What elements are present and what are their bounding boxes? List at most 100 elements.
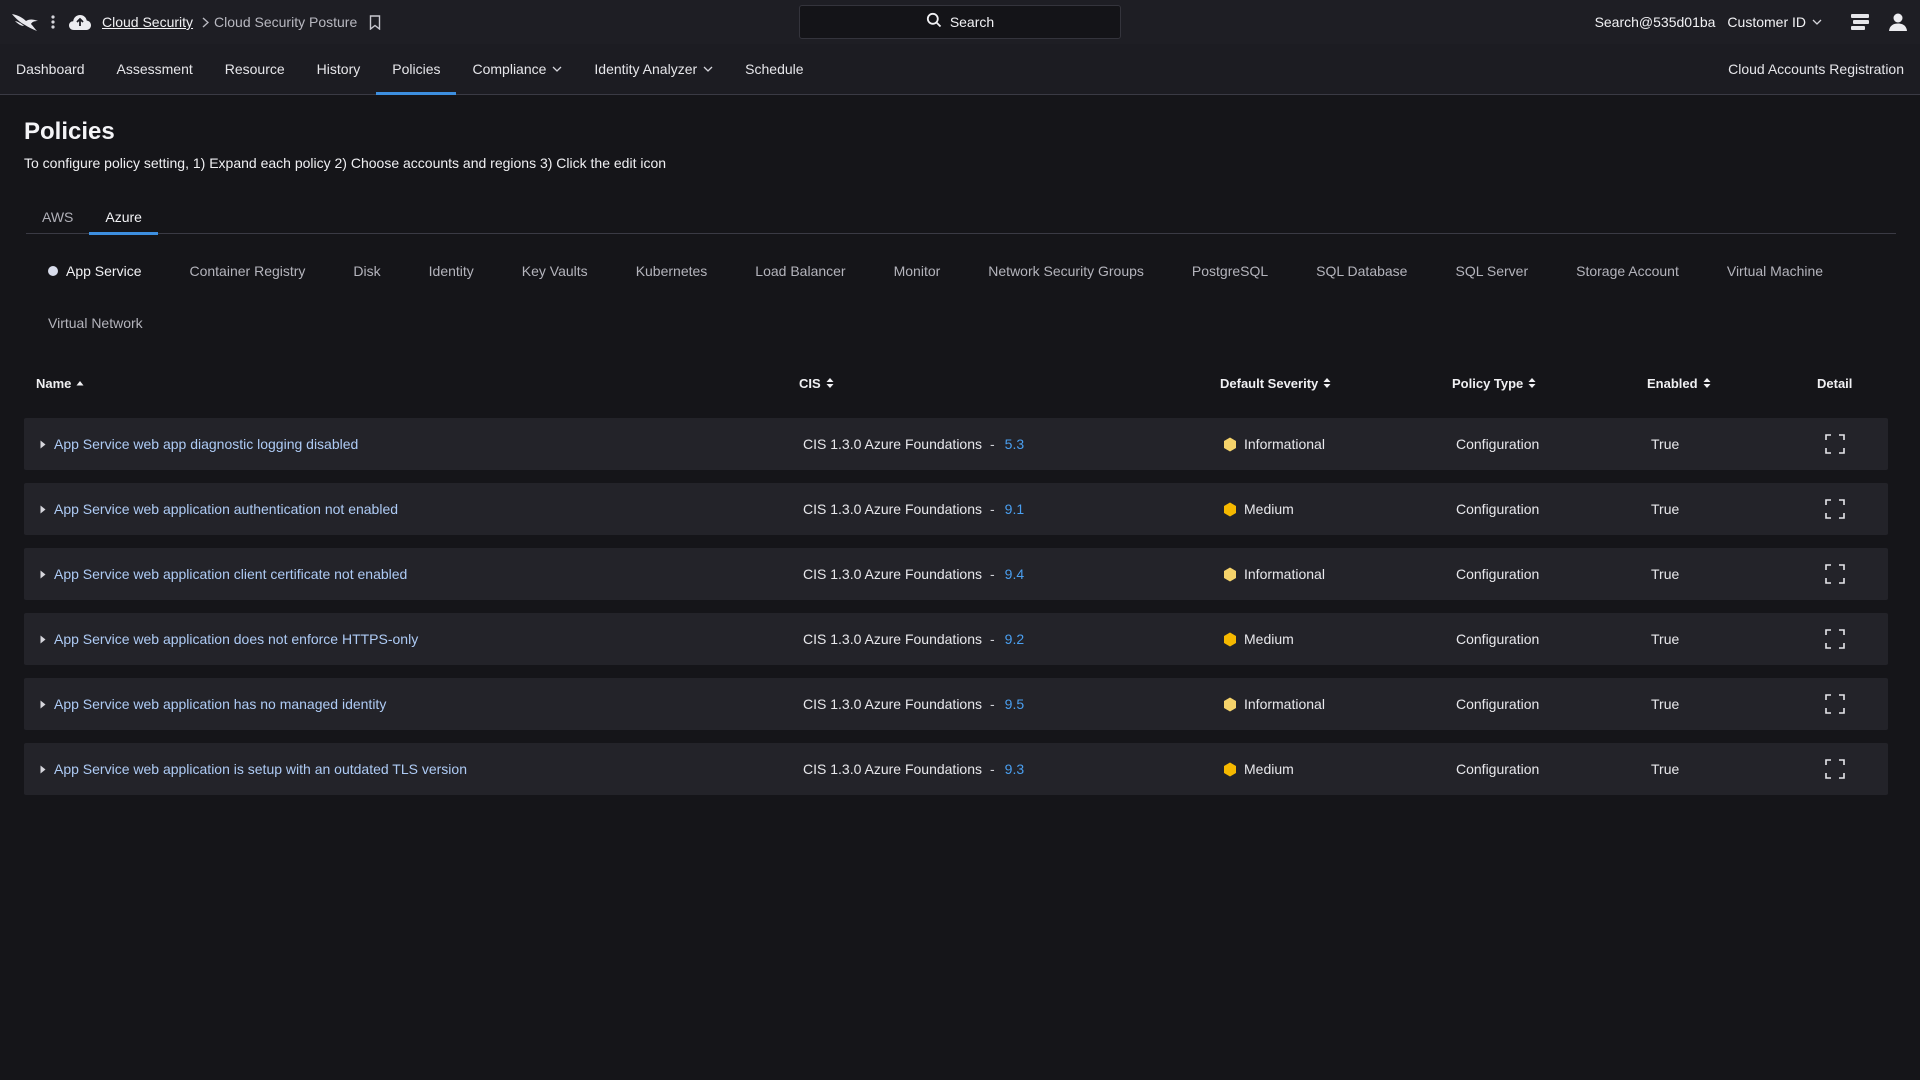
- service-sql-server[interactable]: SQL Server: [1441, 263, 1542, 279]
- column-header-default-severity[interactable]: Default Severity: [1220, 370, 1331, 396]
- cis-benchmark: CIS 1.3.0 Azure Foundations: [803, 436, 982, 452]
- global-search-input[interactable]: Search: [799, 5, 1121, 39]
- service-label: Storage Account: [1576, 263, 1679, 279]
- expand-corners-icon[interactable]: [1822, 678, 1848, 730]
- cis-reference-link[interactable]: 9.5: [1005, 696, 1024, 712]
- column-header-enabled[interactable]: Enabled: [1647, 370, 1711, 396]
- policy-name-link[interactable]: App Service web application authenticati…: [54, 483, 398, 535]
- expand-corners-icon[interactable]: [1822, 613, 1848, 665]
- column-header-cis[interactable]: CIS: [799, 370, 834, 396]
- cis-reference-link[interactable]: 5.3: [1005, 436, 1024, 452]
- nav-policies[interactable]: Policies: [376, 44, 457, 95]
- expand-caret-icon[interactable]: [38, 503, 48, 515]
- severity-cell: Informational: [1223, 548, 1325, 600]
- policy-name-link[interactable]: App Service web application has no manag…: [54, 678, 386, 730]
- hexagon-severity-icon: [1224, 762, 1236, 776]
- service-label: Monitor: [893, 263, 941, 279]
- severity-cell: Medium: [1223, 613, 1294, 665]
- service-virtual-network[interactable]: Virtual Network: [34, 315, 157, 331]
- policy-name-link[interactable]: App Service web application is setup wit…: [54, 743, 467, 795]
- table-row: App Service web application does not enf…: [24, 613, 1888, 665]
- column-header-policy-type[interactable]: Policy Type: [1452, 370, 1536, 396]
- service-network-security-groups[interactable]: Network Security Groups: [974, 263, 1158, 279]
- cis-reference-link[interactable]: 9.1: [1005, 501, 1024, 517]
- page-description: To configure policy setting, 1) Expand e…: [24, 155, 667, 171]
- cis-cell: CIS 1.3.0 Azure Foundations - 5.3: [803, 418, 1024, 470]
- expand-corners-icon[interactable]: [1822, 483, 1848, 535]
- expand-corners-icon[interactable]: [1822, 548, 1848, 600]
- service-container-registry[interactable]: Container Registry: [175, 263, 319, 279]
- tab-aws[interactable]: AWS: [26, 200, 89, 234]
- service-disk[interactable]: Disk: [339, 263, 394, 279]
- nav-label: Resource: [224, 61, 285, 77]
- expand-caret-icon[interactable]: [38, 698, 48, 710]
- nav-assessment[interactable]: Assessment: [101, 44, 209, 94]
- sort-icon: [1323, 378, 1331, 388]
- stacked-panels-icon[interactable]: [1848, 10, 1872, 34]
- top-bar-left: Cloud Security Cloud Security Posture: [0, 0, 383, 44]
- enabled-value: True: [1651, 501, 1680, 517]
- service-label: SQL Database: [1316, 263, 1408, 279]
- service-label: SQL Server: [1455, 263, 1529, 279]
- bookmark-icon[interactable]: [367, 13, 383, 31]
- enabled-value: True: [1651, 631, 1680, 647]
- page-title: Policies: [24, 118, 115, 145]
- service-load-balancer[interactable]: Load Balancer: [741, 263, 859, 279]
- service-kubernetes[interactable]: Kubernetes: [622, 263, 722, 279]
- policy-name-link[interactable]: App Service web app diagnostic logging d…: [54, 418, 358, 470]
- cis-reference-link[interactable]: 9.3: [1005, 761, 1024, 777]
- tab-azure[interactable]: Azure: [89, 200, 158, 235]
- cloud-accounts-registration-link[interactable]: Cloud Accounts Registration: [1728, 44, 1904, 94]
- customer-id-dropdown[interactable]: Customer ID: [1727, 14, 1822, 30]
- expand-caret-icon[interactable]: [38, 438, 48, 450]
- user-icon[interactable]: [1886, 10, 1910, 34]
- column-label: Name: [36, 375, 72, 391]
- expand-corners-icon[interactable]: [1822, 743, 1848, 795]
- nav-label: Assessment: [116, 61, 193, 77]
- table-row: App Service web application is setup wit…: [24, 743, 1888, 795]
- expand-corners-icon[interactable]: [1822, 418, 1848, 470]
- service-filter-row: Virtual Network: [34, 308, 1894, 338]
- nav-resource[interactable]: Resource: [209, 44, 301, 94]
- service-filter-row: App Service Container Registry Disk Iden…: [34, 256, 1894, 286]
- hexagon-severity-icon: [1224, 697, 1236, 711]
- service-postgresql[interactable]: PostgreSQL: [1178, 263, 1282, 279]
- policy-name-link[interactable]: App Service web application does not enf…: [54, 613, 418, 665]
- nav-history[interactable]: History: [301, 44, 377, 94]
- expand-caret-icon[interactable]: [38, 568, 48, 580]
- hexagon-severity-icon: [1224, 437, 1236, 451]
- policy-type: Configuration: [1456, 501, 1540, 517]
- service-virtual-machine[interactable]: Virtual Machine: [1713, 263, 1837, 279]
- kebab-menu-icon[interactable]: [46, 10, 60, 34]
- service-label: Virtual Network: [48, 315, 143, 331]
- nav-compliance[interactable]: Compliance: [456, 44, 578, 94]
- service-filter: App Service Container Registry Disk Iden…: [34, 256, 1894, 338]
- service-label: Disk: [353, 263, 381, 279]
- service-sql-database[interactable]: SQL Database: [1302, 263, 1421, 279]
- cis-benchmark: CIS 1.3.0 Azure Foundations: [803, 631, 982, 647]
- policy-type: Configuration: [1456, 631, 1540, 647]
- cis-reference-link[interactable]: 9.4: [1005, 566, 1024, 582]
- policies-table-body: App Service web app diagnostic logging d…: [24, 418, 1888, 808]
- service-key-vaults[interactable]: Key Vaults: [508, 263, 602, 279]
- breadcrumb-cloud-security[interactable]: Cloud Security: [102, 14, 193, 30]
- service-identity[interactable]: Identity: [415, 263, 488, 279]
- nav-label: Identity Analyzer: [594, 61, 698, 77]
- cis-benchmark: CIS 1.3.0 Azure Foundations: [803, 761, 982, 777]
- service-storage-account[interactable]: Storage Account: [1562, 263, 1693, 279]
- cis-reference-link[interactable]: 9.2: [1005, 631, 1024, 647]
- falcon-logo-icon[interactable]: [10, 10, 40, 34]
- service-app-service[interactable]: App Service: [34, 263, 155, 279]
- nav-identity-analyzer[interactable]: Identity Analyzer: [578, 44, 729, 94]
- nav-schedule[interactable]: Schedule: [729, 44, 819, 94]
- nav-dashboard[interactable]: Dashboard: [0, 44, 101, 94]
- severity-cell: Informational: [1223, 418, 1325, 470]
- expand-caret-icon[interactable]: [38, 633, 48, 645]
- expand-caret-icon[interactable]: [38, 763, 48, 775]
- column-header-name[interactable]: Name: [36, 370, 84, 396]
- column-header-detail: Detail: [1817, 370, 1852, 396]
- policy-name-link[interactable]: App Service web application client certi…: [54, 548, 407, 600]
- sort-ascending-icon: [76, 381, 84, 386]
- breadcrumb-chevron-icon: [200, 16, 210, 28]
- service-monitor[interactable]: Monitor: [880, 263, 955, 279]
